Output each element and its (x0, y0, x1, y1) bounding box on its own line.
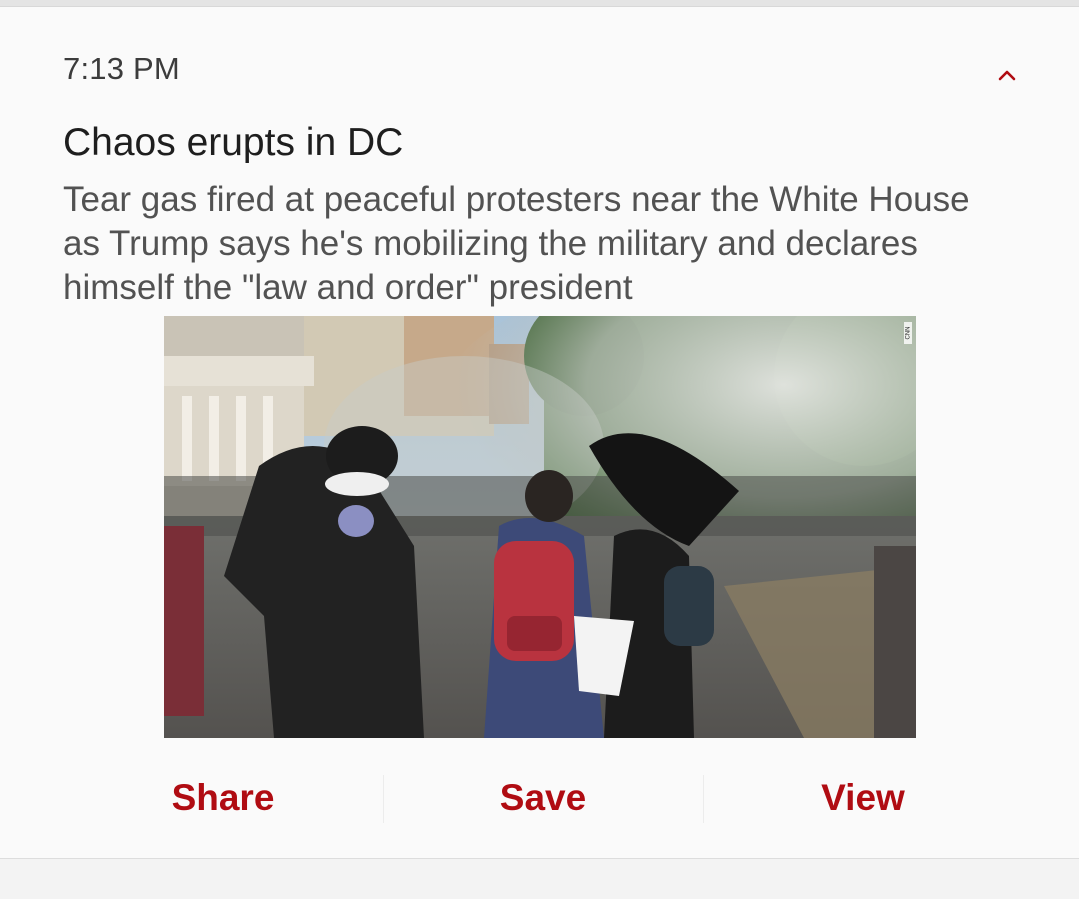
share-button[interactable]: Share (63, 768, 383, 828)
action-divider (383, 775, 384, 823)
action-divider (703, 775, 704, 823)
protest-scene-image: CNN (164, 316, 916, 738)
chevron-up-icon (998, 70, 1016, 81)
top-divider (0, 0, 1079, 7)
notification-title: Chaos erupts in DC (63, 121, 404, 164)
save-button[interactable]: Save (383, 768, 703, 828)
view-button[interactable]: View (703, 768, 1023, 828)
cnn-watermark: CNN (906, 327, 912, 340)
next-notification-area (0, 859, 1079, 899)
notification-time: 7:13 PM (63, 51, 180, 86)
news-photo[interactable]: CNN (164, 316, 916, 738)
action-bar: Share Save View (63, 768, 1023, 828)
notification-body: Tear gas fired at peaceful protesters ne… (63, 180, 970, 307)
collapse-button[interactable] (992, 62, 1022, 88)
